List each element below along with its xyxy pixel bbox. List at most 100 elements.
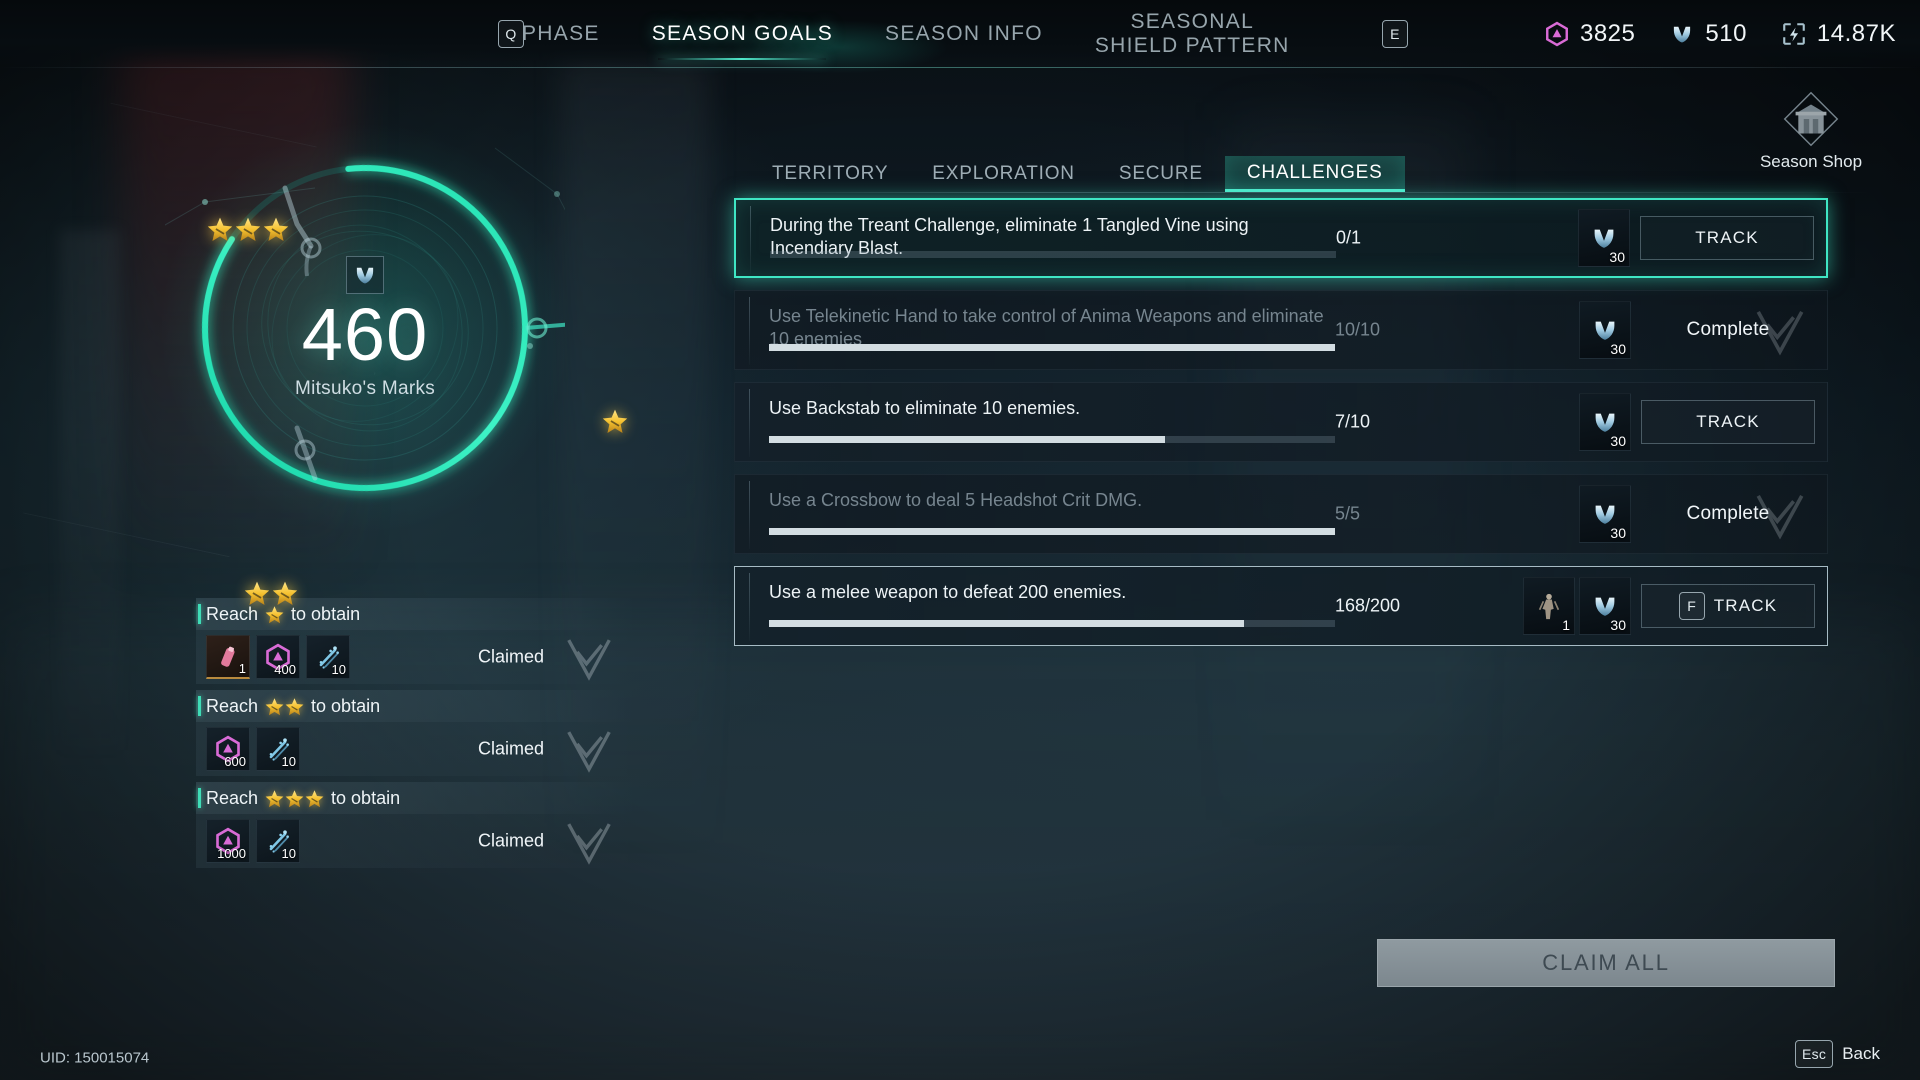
- reward-item[interactable]: 10: [306, 635, 350, 679]
- milestone-stars-top: [207, 216, 289, 242]
- reward-item[interactable]: 1000: [206, 819, 250, 863]
- star-icon: [285, 789, 304, 808]
- star-icon: [244, 580, 270, 606]
- goal-tab-exploration[interactable]: EXPLORATION: [910, 156, 1097, 192]
- claimed-check-icon: [562, 722, 616, 776]
- reward-tier: Reach to obtain 1 400 10 Claimed: [196, 598, 636, 684]
- challenge-reward-item[interactable]: 30: [1579, 301, 1631, 359]
- claimed-check-icon: [562, 630, 616, 684]
- tier-claim-state: Claimed: [477, 738, 544, 759]
- challenge-reward-item[interactable]: 1: [1523, 577, 1575, 635]
- figurine-icon: [1534, 591, 1564, 621]
- reward-tier-body: 600 10 Claimed: [196, 722, 636, 776]
- main-tab-label: SEASON GOALS: [651, 22, 834, 46]
- milestone-stars-right: [602, 408, 628, 434]
- challenge-reward-item[interactable]: 30: [1579, 577, 1631, 635]
- goal-tab-label: CHALLENGES: [1246, 161, 1383, 183]
- main-tab-seasonal-shield-pattern[interactable]: SEASONAL SHIELD PATTERN: [1069, 0, 1316, 68]
- star-icon: [263, 216, 289, 242]
- goal-tab-label: SECURE: [1118, 163, 1203, 184]
- challenge-row[interactable]: Use a melee weapon to defeat 200 enemies…: [734, 566, 1828, 646]
- energy-bolt-icon: [1781, 21, 1807, 47]
- challenge-row[interactable]: Use Telekinetic Hand to take control of …: [734, 290, 1828, 370]
- currency-value: 510: [1705, 20, 1747, 47]
- main-tab-season-info[interactable]: SEASON INFO: [859, 0, 1069, 68]
- challenge-rewards: 30: [1579, 393, 1631, 451]
- currency-value: 14.87K: [1816, 20, 1896, 47]
- tier-label-suffix: to obtain: [311, 695, 381, 716]
- key-hint-e[interactable]: E: [1382, 20, 1408, 48]
- milestone-stars-bottom: [244, 580, 298, 606]
- goal-tab-challenges[interactable]: CHALLENGES: [1224, 156, 1405, 192]
- tier-label-prefix: Reach: [206, 695, 259, 716]
- marks-value: 460: [301, 293, 429, 376]
- challenge-rewards: 30: [1579, 301, 1631, 359]
- challenge-reward-item[interactable]: 30: [1579, 485, 1631, 543]
- main-tab-season-goals[interactable]: SEASON GOALS: [626, 0, 859, 68]
- challenge-description: Use Backstab to eliminate 10 enemies.: [769, 398, 1081, 418]
- challenge-row[interactable]: During the Treant Challenge, eliminate 1…: [734, 198, 1828, 278]
- track-button[interactable]: F TRACK: [1641, 584, 1815, 628]
- goal-category-tabs: TERRITORY EXPLORATION SECURE CHALLENGES: [750, 156, 1870, 192]
- reward-item[interactable]: 400: [256, 635, 300, 679]
- game-screen: Q PHASE SEASON GOALS SEASON INFO SEASONAL S…: [0, 0, 1920, 1080]
- challenge-reward-quantity: 30: [1609, 249, 1625, 265]
- top-navigation-bar: Q PHASE SEASON GOALS SEASON INFO SEASONAL S…: [0, 0, 1920, 84]
- star-icon: [265, 697, 284, 716]
- complete-check-icon: [1751, 485, 1809, 543]
- challenge-progress-bar: [770, 251, 1336, 258]
- challenge-row[interactable]: Use a Crossbow to deal 5 Headshot Crit D…: [734, 474, 1828, 554]
- season-shop-icon: [1782, 90, 1840, 148]
- reward-quantity: 1000: [217, 846, 246, 861]
- reward-item[interactable]: 10: [256, 727, 300, 771]
- challenge-list: During the Treant Challenge, eliminate 1…: [734, 198, 1828, 658]
- challenge-reward-quantity: 1: [1562, 617, 1570, 633]
- reward-item[interactable]: 600: [206, 727, 250, 771]
- hex-crystal-icon: [1544, 21, 1570, 47]
- challenge-rewards: 1 30: [1523, 577, 1631, 635]
- tier-claim-state: Claimed: [477, 646, 544, 667]
- goal-tab-secure[interactable]: SECURE: [1097, 156, 1225, 192]
- reward-tier: Reach to obtain 1000 10 Claimed: [196, 782, 636, 868]
- star-icon: [235, 216, 261, 242]
- reward-tier-list: Reach to obtain 1 400 10 Claimed Reach to obtai…: [196, 598, 636, 874]
- challenge-reward-item[interactable]: 30: [1579, 393, 1631, 451]
- complete-check-icon: [1751, 301, 1809, 359]
- star-icon: [602, 408, 628, 434]
- reward-quantity: 600: [224, 754, 246, 769]
- reward-item[interactable]: 10: [256, 819, 300, 863]
- challenge-reward-item[interactable]: 30: [1578, 209, 1630, 267]
- track-button-label: TRACK: [1713, 596, 1778, 615]
- claim-all-button[interactable]: CLAIM ALL: [1377, 939, 1835, 987]
- back-hint[interactable]: Esc Back: [1794, 1040, 1880, 1068]
- challenge-progress-bar: [769, 528, 1335, 535]
- star-icon: [265, 789, 284, 808]
- goal-tab-label: EXPLORATION: [932, 163, 1075, 184]
- challenge-row[interactable]: Use Backstab to eliminate 10 enemies. 7/1…: [734, 382, 1828, 462]
- mitsuko-mark-icon: [1669, 21, 1695, 47]
- tier-label-suffix: to obtain: [291, 603, 361, 624]
- goal-tab-territory[interactable]: TERRITORY: [750, 156, 910, 192]
- main-tab-label: SEASONAL SHIELD PATTERN: [1094, 10, 1290, 57]
- star-icon: [207, 216, 233, 242]
- key-hint-esc[interactable]: Esc: [1794, 1040, 1834, 1068]
- currency-bar: 3825 510 14.87K: [1544, 0, 1896, 68]
- season-progress-panel: 460 Mitsuko's Marks Reach to obtain 1 400 10…: [0, 58, 700, 1080]
- challenge-progress-bar: [769, 344, 1335, 351]
- reward-item[interactable]: 1: [206, 635, 250, 679]
- reward-quantity: 10: [281, 754, 296, 769]
- track-button[interactable]: TRACK: [1640, 216, 1814, 260]
- currency-hex-crystal: 3825: [1544, 20, 1635, 48]
- tier-star-requirement: [265, 697, 304, 716]
- track-button[interactable]: TRACK: [1641, 400, 1815, 444]
- key-hint-f[interactable]: F: [1678, 592, 1705, 620]
- reward-quantity: 1: [238, 661, 246, 676]
- challenge-reward-quantity: 30: [1610, 525, 1626, 541]
- reward-quantity: 10: [281, 846, 296, 861]
- main-tab-phase[interactable]: PHASE: [496, 0, 626, 68]
- reward-tier: Reach to obtain 600 10 Claimed: [196, 690, 636, 776]
- challenge-description: Use a Crossbow to deal 5 Headshot Crit D…: [769, 490, 1143, 510]
- challenge-progress-count: 5/5: [1335, 503, 1361, 524]
- tier-claim-state: Claimed: [477, 830, 544, 851]
- challenge-reward-quantity: 30: [1610, 433, 1626, 449]
